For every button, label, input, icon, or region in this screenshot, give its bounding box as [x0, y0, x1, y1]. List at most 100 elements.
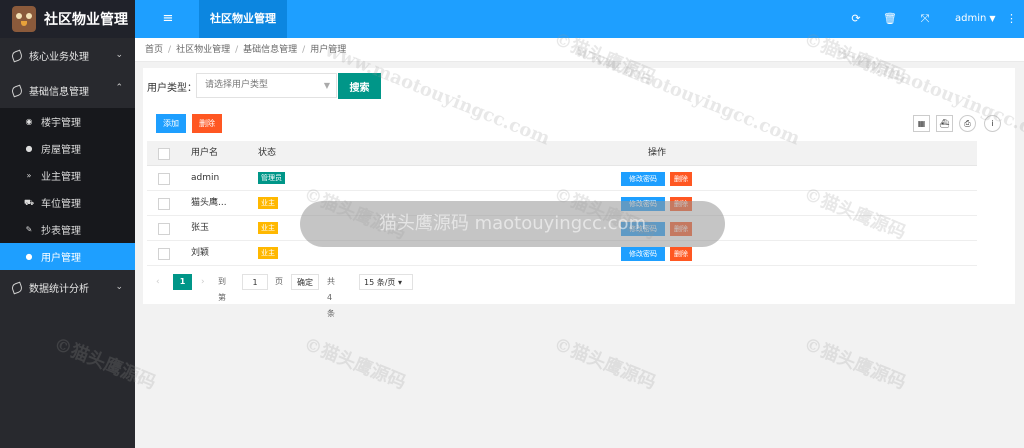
columns-icon[interactable]: ▦: [913, 115, 930, 132]
next-page-icon[interactable]: ›: [201, 274, 205, 290]
status-badge: 业主: [258, 221, 278, 234]
caret-down-icon: ▼: [989, 14, 996, 23]
caret-down-icon: ▼: [323, 81, 330, 90]
sidebar-item-parking[interactable]: ⛟ 车位管理: [0, 189, 135, 216]
leaf-icon: [10, 281, 24, 294]
edit-password-button[interactable]: 修改密码: [621, 247, 665, 261]
sidebar-submenu: ◉ 楼宇管理 ● 房屋管理 » 业主管理 ⛟ 车位管理 ✎ 抄表管理 ● 用户管…: [0, 108, 135, 270]
delete-row-button[interactable]: 删除: [670, 247, 692, 261]
table-row: 张玉 业主 修改密码 删除: [147, 216, 977, 241]
chevron-down-icon: ⌄: [115, 282, 123, 292]
fullscreen-icon[interactable]: ⤧: [917, 11, 933, 27]
page-number-input[interactable]: 1: [242, 274, 268, 290]
sidebar-item-label: 房屋管理: [41, 145, 81, 156]
goto-label: 到第: [218, 277, 226, 302]
page-size-select[interactable]: 15 条/页 ▾: [359, 274, 413, 290]
row-checkbox[interactable]: [158, 173, 170, 185]
sidebar-item-user[interactable]: ● 用户管理: [0, 243, 135, 270]
add-button[interactable]: 添加: [156, 114, 186, 133]
breadcrumb-separator: /: [168, 45, 172, 55]
column-header-status: 状态: [258, 148, 277, 158]
target-icon: ◉: [25, 117, 33, 126]
sidebar-item-building[interactable]: ◉ 楼宇管理: [0, 108, 135, 135]
total-count: 共 4 条: [327, 277, 335, 318]
breadcrumb-basic[interactable]: 基础信息管理: [243, 45, 297, 55]
watermark-text: ©猫头鹰源码: [300, 333, 409, 394]
sidebar-item-meter[interactable]: ✎ 抄表管理: [0, 216, 135, 243]
delete-row-button[interactable]: 删除: [670, 172, 692, 186]
status-badge: 管理员: [258, 171, 285, 184]
user-table: 用户名 状态 操作 admin 管理员 修改密码 删除 猫头鹰... 业主 修改…: [147, 141, 977, 266]
sidebar-item-label: 车位管理: [41, 199, 81, 210]
chevrons-down-icon: »: [26, 171, 32, 180]
sidebar: 核心业务处理 ⌄ 基础信息管理 ⌃ ◉ 楼宇管理 ● 房屋管理 » 业主管理 ⛟…: [0, 38, 135, 448]
batch-delete-button[interactable]: 删除: [192, 114, 222, 133]
sidebar-item-owner[interactable]: » 业主管理: [0, 162, 135, 189]
user-management-panel: 用户类型： 请选择用户类型 ▼ 搜索 添加 删除 ▦ ⛴ ⎙ i 用户名 状态 …: [143, 68, 1015, 318]
logo-area: 社区物业管理: [0, 0, 135, 38]
sidebar-item-label: 抄表管理: [41, 226, 81, 237]
select-all-checkbox[interactable]: [158, 148, 170, 160]
row-checkbox[interactable]: [158, 248, 170, 260]
prev-page-icon[interactable]: ‹: [156, 274, 160, 290]
edit-icon: ✎: [25, 225, 33, 234]
print-icon[interactable]: ⎙: [959, 115, 976, 132]
menu-lines-icon[interactable]: ≡: [160, 11, 176, 27]
info-icon[interactable]: i: [984, 115, 1001, 132]
refresh-icon[interactable]: ⟳: [848, 11, 864, 27]
user-icon: ●: [25, 252, 33, 261]
breadcrumb-separator: /: [235, 45, 239, 55]
user-type-placeholder: 请选择用户类型: [205, 80, 269, 90]
edit-password-button[interactable]: 修改密码: [621, 172, 665, 186]
leaf-icon: [10, 84, 24, 97]
tab-community[interactable]: 社区物业管理: [199, 0, 287, 38]
table-header: 用户名 状态 操作: [147, 141, 977, 166]
top-header: 社区物业管理 ≡ 社区物业管理 ⟳ 🗑 ⤧ admin ▼ ⋮: [0, 0, 1024, 38]
delete-row-button[interactable]: 删除: [670, 197, 692, 211]
more-vertical-icon[interactable]: ⋮: [1006, 11, 1017, 27]
sidebar-group-basic[interactable]: 基础信息管理 ⌃: [0, 73, 135, 108]
sidebar-group-label: 基础信息管理: [29, 87, 89, 98]
owl-logo-icon: [12, 6, 36, 32]
edit-password-button[interactable]: 修改密码: [621, 197, 665, 211]
trash-icon[interactable]: 🗑: [882, 11, 898, 27]
edit-password-button[interactable]: 修改密码: [621, 222, 665, 236]
goto-confirm-button[interactable]: 确定: [291, 274, 319, 290]
export-icon[interactable]: ⛴: [936, 115, 953, 132]
username-cell: 刘颖: [191, 248, 210, 258]
leaf-icon: [10, 49, 24, 62]
sidebar-group-label: 核心业务处理: [29, 52, 89, 63]
sidebar-item-label: 楼宇管理: [41, 118, 81, 129]
table-row: 猫头鹰... 业主 修改密码 删除: [147, 191, 977, 216]
username-cell: admin: [191, 173, 220, 183]
page-unit-label: 页: [275, 277, 283, 286]
breadcrumb-community[interactable]: 社区物业管理: [176, 45, 230, 55]
table-row: admin 管理员 修改密码 删除: [147, 166, 977, 191]
sidebar-group-stats[interactable]: 数据统计分析 ⌄: [0, 270, 135, 305]
home-icon: ●: [25, 144, 33, 153]
watermark-text: ©猫头鹰源码: [550, 333, 659, 394]
username-cell: 张玉: [191, 223, 210, 233]
sidebar-item-house[interactable]: ● 房屋管理: [0, 135, 135, 162]
user-type-select[interactable]: 请选择用户类型 ▼: [196, 73, 337, 98]
status-badge: 业主: [258, 246, 278, 259]
breadcrumb: 首页 / 社区物业管理 / 基础信息管理 / 用户管理: [135, 38, 1024, 62]
sidebar-item-label: 业主管理: [41, 172, 81, 183]
chevron-up-icon: ⌃: [115, 83, 123, 93]
breadcrumb-current: 用户管理: [310, 45, 347, 55]
row-checkbox[interactable]: [158, 223, 170, 235]
user-menu[interactable]: admin ▼: [955, 11, 996, 27]
column-header-username: 用户名: [191, 148, 219, 158]
breadcrumb-separator: /: [302, 45, 306, 55]
sidebar-group-label: 数据统计分析: [29, 284, 89, 295]
row-checkbox[interactable]: [158, 198, 170, 210]
breadcrumb-home[interactable]: 首页: [145, 45, 163, 55]
current-page[interactable]: 1: [173, 274, 192, 290]
car-icon: ⛟: [24, 197, 35, 207]
search-button[interactable]: 搜索: [338, 73, 381, 99]
watermark-text: ©猫头鹰源码: [800, 333, 909, 394]
sidebar-group-core[interactable]: 核心业务处理 ⌄: [0, 38, 135, 73]
user-type-label: 用户类型：: [147, 83, 197, 94]
delete-row-button[interactable]: 删除: [670, 222, 692, 236]
page-size-value: 15 条/页: [364, 278, 396, 287]
